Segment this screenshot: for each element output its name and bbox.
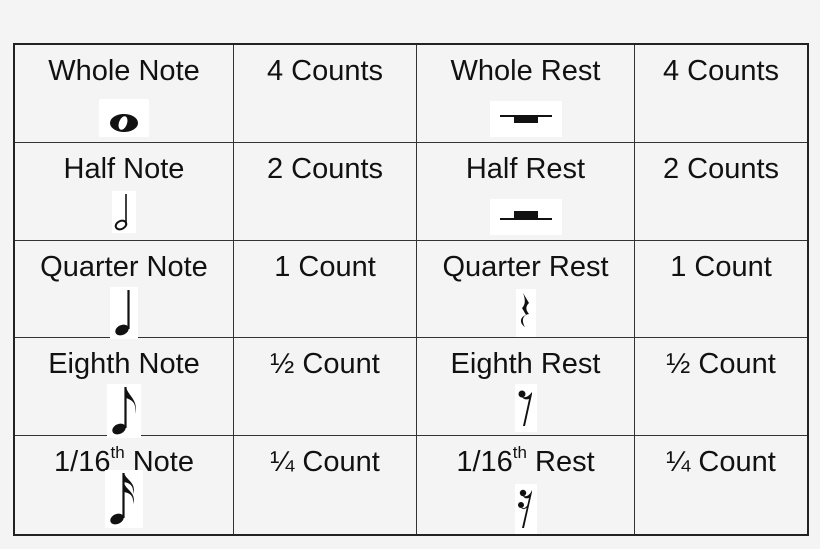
label-main: Whole Note [48, 55, 200, 87]
rest-count-cell: ½ Count [635, 338, 807, 437]
note-count: ½ Count [270, 348, 380, 381]
note-count: 1 Count [274, 250, 376, 283]
rest-count: 4 Counts [662, 55, 780, 87]
sixteenth-note-icon [105, 470, 143, 529]
rest-name: Half Rest [417, 151, 634, 187]
rest-cell: Eighth Rest [417, 338, 635, 437]
note-name: Quarter Note [15, 249, 233, 285]
rest-cell: Half Rest [417, 142, 635, 241]
note-name: Whole Note [15, 53, 233, 89]
note-count: 4 Counts [266, 55, 384, 87]
quarter-note-icon [110, 286, 138, 339]
eighth-rest-icon [514, 384, 537, 433]
note-count-cell: 1 Count [234, 240, 417, 339]
note-count-cell: ½ Count [234, 338, 417, 437]
rest-cell: Quarter Rest [417, 240, 635, 339]
label-main: Quarter Note [40, 250, 208, 283]
label-main: Eighth Note [48, 348, 200, 381]
note-count-cell: 4 Counts [234, 45, 417, 143]
half-rest-icon [489, 198, 562, 235]
note-cell: 1/16th Note [15, 436, 234, 534]
quarter-rest-icon [515, 288, 536, 337]
rest-count: 2 Counts [662, 152, 780, 185]
note-count-cell: 2 Counts [234, 142, 417, 241]
note-cell: Whole Note [15, 45, 234, 143]
label-superscript: th [110, 443, 125, 463]
label-main: Whole Rest [450, 55, 601, 87]
rest-cell: Whole Rest [417, 45, 635, 143]
label-main: Quarter Rest [442, 250, 609, 283]
label-main: 1/16 [54, 446, 111, 479]
whole-note-icon [99, 99, 149, 137]
label-superscript: th [512, 443, 527, 463]
label-main: Half Rest [465, 152, 586, 185]
note-count: 2 Counts [266, 152, 384, 185]
label-main: Half Note [63, 152, 185, 185]
rest-count: 1 Count [670, 250, 772, 283]
note-value-table: Whole Note 4 Counts Whole Rest 4 Counts Half… [13, 43, 809, 536]
rest-count-cell: 4 Counts [635, 45, 807, 143]
eighth-note-icon [107, 384, 141, 439]
rest-count: ½ Count [666, 348, 776, 381]
note-name: Half Note [15, 151, 233, 187]
rest-count: ¼ Count [666, 446, 776, 479]
rest-name: Quarter Rest [417, 249, 634, 285]
sixteenth-rest-icon [514, 484, 537, 535]
label-suffix: Rest [526, 446, 595, 479]
whole-rest-icon [489, 101, 562, 137]
note-cell: Half Note [15, 142, 234, 241]
note-name: Eighth Note [15, 346, 233, 382]
rest-name: 1/16th Rest [417, 444, 634, 480]
rest-cell: 1/16th Rest [417, 436, 635, 535]
note-cell: Eighth Note [15, 338, 234, 439]
rest-name: Eighth Rest [417, 346, 634, 382]
rest-count-cell: ¼ Count [635, 436, 807, 534]
note-count: ¼ Count [270, 446, 380, 479]
note-count-cell: ¼ Count [234, 436, 417, 534]
rest-count-cell: 2 Counts [635, 143, 807, 241]
label-main: 1/16 [456, 446, 513, 479]
note-cell: Quarter Note [15, 240, 234, 339]
half-note-icon [112, 190, 136, 233]
label-main: Eighth Rest [450, 348, 601, 381]
rest-count-cell: 1 Count [635, 241, 807, 339]
rest-name: Whole Rest [417, 53, 634, 89]
